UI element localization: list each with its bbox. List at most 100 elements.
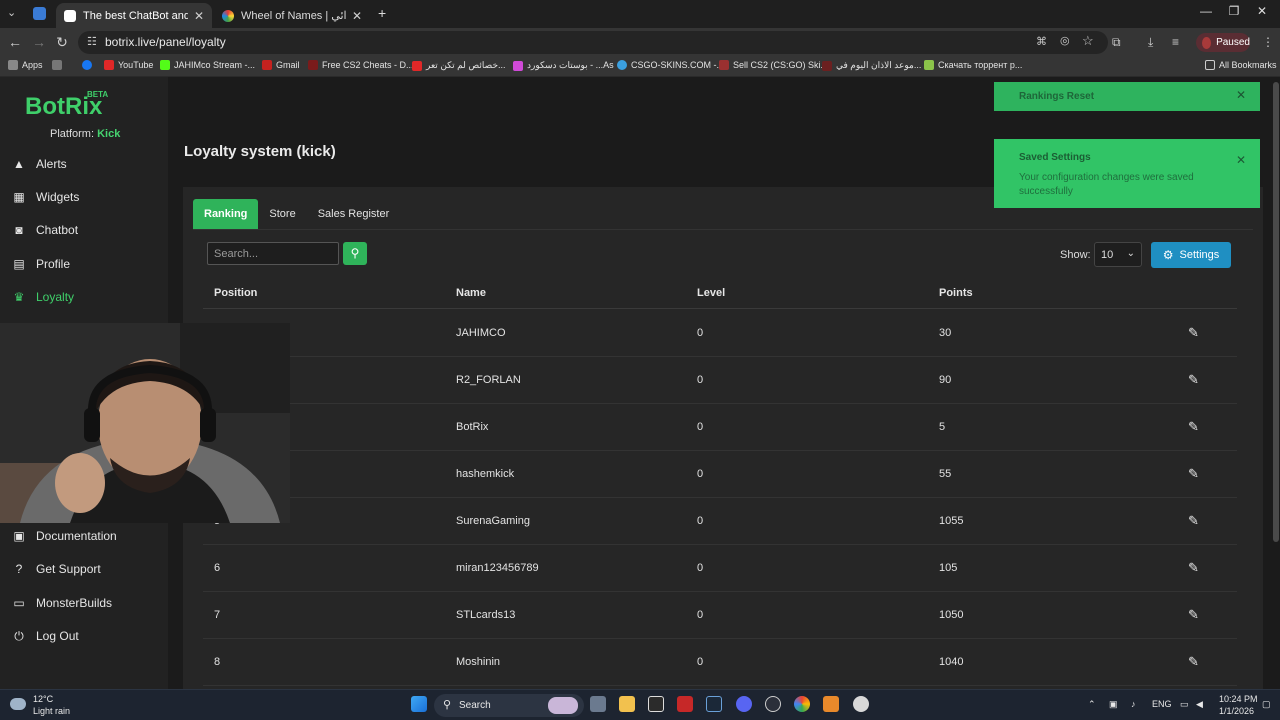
- menu-icon[interactable]: ⋮: [1262, 35, 1274, 49]
- avatar: [1202, 36, 1212, 49]
- sidebar-item-monsterbuilds[interactable]: ▭ MonsterBuilds: [12, 592, 162, 614]
- column-level[interactable]: Level: [697, 287, 725, 299]
- column-name[interactable]: Name: [456, 287, 486, 299]
- bookmark-csgo-skins[interactable]: CSGO-SKINS.COM -...: [617, 60, 724, 70]
- weather-cloud-icon[interactable]: [10, 698, 26, 710]
- microphone-icon[interactable]: ♪: [1131, 699, 1136, 709]
- obs-icon[interactable]: [853, 696, 869, 712]
- translate-icon[interactable]: ⌘: [1036, 35, 1047, 48]
- chrome-icon[interactable]: [794, 696, 810, 712]
- network-icon[interactable]: ▭: [1180, 699, 1189, 710]
- bookmark-free-cs2[interactable]: Free CS2 Cheats - D...: [308, 60, 414, 70]
- sidebar-item-alerts[interactable]: ▲ Alerts: [12, 153, 162, 175]
- tab-search-icon[interactable]: ⌄: [7, 6, 16, 19]
- weather-description[interactable]: Light rain: [33, 706, 70, 716]
- search-icon: ⚲: [350, 246, 360, 260]
- clock-time[interactable]: 10:24 PM: [1219, 694, 1258, 704]
- back-icon[interactable]: ←: [6, 34, 24, 50]
- close-icon[interactable]: ✕: [1236, 153, 1246, 167]
- notification-icon[interactable]: ▢: [1262, 699, 1271, 710]
- search-button[interactable]: ⚲: [343, 242, 367, 265]
- sidebar-item-documentation[interactable]: ▣ Documentation: [12, 525, 162, 547]
- tab-store[interactable]: Store: [258, 199, 306, 229]
- bookmark-youtube[interactable]: YouTube: [104, 60, 153, 70]
- eye-slash-icon[interactable]: ◎: [1060, 34, 1070, 47]
- edit-pencil-icon[interactable]: ✎: [1188, 325, 1199, 341]
- show-count-select[interactable]: 10 ⌄: [1094, 242, 1142, 267]
- edit-pencil-icon[interactable]: ✎: [1188, 513, 1199, 529]
- steam-icon[interactable]: [706, 696, 722, 712]
- url-text[interactable]: botrix.live/panel/loyalty: [105, 35, 226, 49]
- all-bookmarks[interactable]: All Bookmarks: [1205, 60, 1277, 70]
- close-tab-icon[interactable]: ✕: [194, 9, 204, 23]
- reload-icon[interactable]: ↻: [53, 34, 71, 51]
- edit-pencil-icon[interactable]: ✎: [1188, 654, 1199, 670]
- profile-button[interactable]: Paused: [1196, 33, 1250, 52]
- sidebar-item-chatbot[interactable]: ◙ Chatbot: [12, 219, 162, 241]
- bookmark-torrent[interactable]: Скачать торрент р...: [924, 60, 1022, 70]
- loyalty-tabs: Ranking Store Sales Register: [193, 199, 400, 229]
- minimize-icon[interactable]: —: [1196, 4, 1216, 18]
- bookmark-prayer[interactable]: موعد الاذان اليوم في...: [822, 60, 921, 71]
- apps-icon: [8, 60, 18, 70]
- windows-start-icon[interactable]: [411, 696, 427, 712]
- app-orange-icon[interactable]: [823, 696, 839, 712]
- tab-sales-register[interactable]: Sales Register: [307, 199, 401, 229]
- search-icon: ⚲: [443, 699, 452, 711]
- address-bar[interactable]: ☷ botrix.live/panel/loyalty ⌘ ◎ ☆: [78, 31, 1108, 54]
- bookmark-sell-cs2[interactable]: Sell CS2 (CS:GO) Ski...: [719, 60, 828, 70]
- page-scrollbar[interactable]: [1273, 82, 1279, 542]
- download-icon[interactable]: ⤓: [1148, 35, 1153, 50]
- tab-wheel-of-names[interactable]: Wheel of Names | سم العشوائي ✕: [214, 3, 370, 28]
- sidebar-item-widgets[interactable]: ▦ Widgets: [12, 186, 162, 208]
- bookmark-arabic-1[interactable]: خصائص لم تكن تعر...: [412, 60, 506, 71]
- bookmarks-bar: Apps YouTube JAHIMco Stream -... Gmail F…: [0, 57, 1280, 77]
- search-input[interactable]: [207, 242, 339, 265]
- app-red-icon[interactable]: [677, 696, 693, 712]
- edit-pencil-icon[interactable]: ✎: [1188, 466, 1199, 482]
- forward-icon[interactable]: →: [30, 34, 48, 50]
- close-tab-icon[interactable]: ✕: [352, 9, 362, 23]
- clock-date[interactable]: 1/1/2026: [1219, 706, 1254, 716]
- discord-icon[interactable]: [736, 696, 752, 712]
- app-g-icon[interactable]: [648, 696, 664, 712]
- column-points[interactable]: Points: [939, 287, 973, 299]
- bookmark-apps[interactable]: Apps: [8, 60, 43, 70]
- edit-pencil-icon[interactable]: ✎: [1188, 419, 1199, 435]
- site-info-icon[interactable]: ☷: [87, 35, 97, 48]
- tab-ranking[interactable]: Ranking: [193, 199, 259, 229]
- app-icon[interactable]: [33, 7, 46, 20]
- task-view-icon[interactable]: [590, 696, 606, 712]
- taskbar-search[interactable]: ⚲ Search: [434, 694, 584, 717]
- sidebar-item-log-out[interactable]: ⏻ Log Out: [12, 625, 162, 647]
- tray-app-icon[interactable]: ▣: [1109, 699, 1118, 710]
- media-icon[interactable]: ≡: [1172, 35, 1179, 49]
- file-explorer-icon[interactable]: [619, 696, 635, 712]
- column-position[interactable]: Position: [214, 287, 257, 299]
- sidebar-item-profile[interactable]: ▤ Profile: [12, 253, 162, 275]
- sidebar-item-get-support[interactable]: ? Get Support: [12, 558, 162, 580]
- csgo-skins-icon: [617, 60, 627, 70]
- restore-icon[interactable]: ❐: [1224, 4, 1244, 18]
- language-indicator[interactable]: ENG: [1152, 699, 1172, 709]
- extensions-icon[interactable]: ⧉: [1112, 35, 1121, 50]
- bookmark-grid[interactable]: [52, 60, 66, 70]
- close-icon[interactable]: ✕: [1236, 88, 1246, 102]
- bookmark-facebook[interactable]: [82, 60, 96, 70]
- edit-pencil-icon[interactable]: ✎: [1188, 560, 1199, 576]
- sidebar-item-loyalty[interactable]: ♛ Loyalty: [12, 286, 162, 308]
- tab-botrix[interactable]: The best ChatBot and Widgets ✕: [56, 3, 212, 28]
- bookmark-jahimco[interactable]: JAHIMco Stream -...: [160, 60, 255, 70]
- chevron-up-icon[interactable]: ⌃: [1088, 699, 1096, 710]
- app-circle-icon[interactable]: [765, 696, 781, 712]
- bookmark-arabic-2[interactable]: بوستات دسكورد - ...As: [513, 60, 614, 71]
- volume-icon[interactable]: ◀: [1196, 699, 1203, 710]
- weather-temperature[interactable]: 12°C: [33, 694, 53, 704]
- close-window-icon[interactable]: ✕: [1252, 4, 1272, 18]
- new-tab-button[interactable]: +: [378, 5, 386, 21]
- bookmark-star-icon[interactable]: ☆: [1082, 33, 1094, 49]
- bookmark-gmail[interactable]: Gmail: [262, 60, 300, 70]
- settings-button[interactable]: ⚙ Settings: [1151, 242, 1231, 268]
- edit-pencil-icon[interactable]: ✎: [1188, 372, 1199, 388]
- edit-pencil-icon[interactable]: ✎: [1188, 607, 1199, 623]
